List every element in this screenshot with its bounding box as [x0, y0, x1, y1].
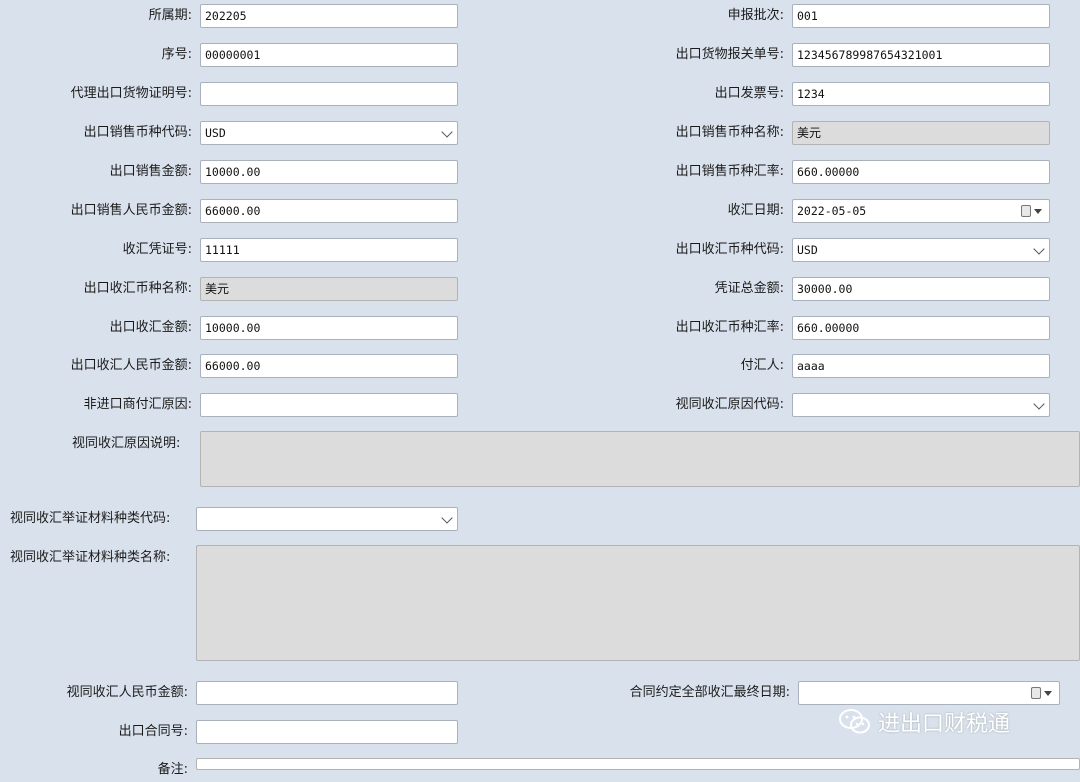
- non-importer-reason-field[interactable]: [200, 393, 458, 417]
- contract-no-field[interactable]: [196, 720, 458, 744]
- deemed-reason-desc-label: 视同收汇原因说明:: [72, 436, 181, 451]
- contract-final-date-label: 合同约定全部收汇最终日期:: [629, 685, 790, 700]
- recv-rmb-field[interactable]: 66000.00: [200, 354, 458, 378]
- remark-textarea[interactable]: [196, 758, 1080, 770]
- payer-field[interactable]: aaaa: [792, 354, 1050, 378]
- contract-no-label: 出口合同号:: [118, 724, 188, 739]
- proof-type-name-label: 视同收汇举证材料种类名称:: [10, 550, 171, 565]
- deemed-rmb-label: 视同收汇人民币金额:: [66, 685, 188, 700]
- payer-label: 付汇人:: [740, 358, 784, 373]
- invoice-no-field[interactable]: 1234: [792, 82, 1050, 106]
- deemed-reason-code-select[interactable]: [792, 393, 1050, 417]
- chevron-down-icon: [1033, 243, 1045, 255]
- recv-curr-code-value: USD: [797, 243, 818, 257]
- voucher-total-field[interactable]: 30000.00: [792, 277, 1050, 301]
- remark-label: 备注:: [157, 762, 188, 777]
- voucher-no-label: 收汇凭证号:: [122, 242, 192, 257]
- recv-curr-code-label: 出口收汇币种代码:: [675, 242, 784, 257]
- agency-cert-label: 代理出口货物证明号:: [70, 86, 192, 101]
- recv-rate-field[interactable]: 660.00000: [792, 316, 1050, 340]
- deemed-reason-code-label: 视同收汇原因代码:: [675, 397, 784, 412]
- calendar-icon[interactable]: [1031, 686, 1052, 700]
- sale-curr-code-select[interactable]: USD: [200, 121, 458, 145]
- recv-rate-label: 出口收汇币种汇率:: [675, 320, 784, 335]
- sale-curr-name-label: 出口销售币种名称:: [675, 125, 784, 140]
- chevron-down-icon: [441, 512, 453, 524]
- recv-curr-name-field: 美元: [200, 277, 458, 301]
- batch-field[interactable]: 001: [792, 4, 1050, 28]
- watermark: 进出口财税通: [838, 705, 1010, 739]
- sale-rate-label: 出口销售币种汇率:: [675, 164, 784, 179]
- recv-date-value: 2022-05-05: [797, 204, 867, 218]
- agency-cert-field[interactable]: [200, 82, 458, 106]
- contract-final-date-picker[interactable]: [798, 681, 1060, 705]
- deemed-rmb-field[interactable]: [196, 681, 458, 705]
- sale-rmb-label: 出口销售人民币金额:: [70, 203, 192, 218]
- batch-label: 申报批次:: [727, 8, 784, 23]
- proof-type-code-label: 视同收汇举证材料种类代码:: [10, 511, 171, 526]
- period-field[interactable]: 202205: [200, 4, 458, 28]
- voucher-total-label: 凭证总金额:: [714, 281, 784, 296]
- recv-amount-field[interactable]: 10000.00: [200, 316, 458, 340]
- deemed-reason-desc-textarea[interactable]: [200, 431, 1080, 487]
- proof-type-code-select[interactable]: [196, 507, 458, 531]
- sale-amount-label: 出口销售金额:: [109, 164, 192, 179]
- sale-curr-code-label: 出口销售币种代码:: [83, 125, 192, 140]
- recv-rmb-label: 出口收汇人民币金额:: [70, 358, 192, 373]
- wechat-icon: [839, 709, 870, 734]
- seq-field[interactable]: 00000001: [200, 43, 458, 67]
- recv-curr-name-label: 出口收汇币种名称:: [83, 281, 192, 296]
- sale-amount-field[interactable]: 10000.00: [200, 160, 458, 184]
- proof-type-name-textarea[interactable]: [196, 545, 1080, 661]
- customs-no-field[interactable]: 123456789987654321001: [792, 43, 1050, 67]
- watermark-text: 进出口财税通: [878, 712, 1011, 737]
- recv-date-label: 收汇日期:: [727, 203, 784, 218]
- invoice-no-label: 出口发票号:: [714, 86, 784, 101]
- recv-date-picker[interactable]: 2022-05-05: [792, 199, 1050, 223]
- sale-rate-field[interactable]: 660.00000: [792, 160, 1050, 184]
- voucher-no-field[interactable]: 11111: [200, 238, 458, 262]
- chevron-down-icon: [1033, 398, 1045, 410]
- calendar-icon[interactable]: [1021, 204, 1042, 218]
- sale-rmb-field[interactable]: 66000.00: [200, 199, 458, 223]
- seq-label: 序号:: [161, 47, 192, 62]
- period-label: 所属期:: [148, 8, 192, 23]
- chevron-down-icon: [441, 126, 453, 138]
- customs-no-label: 出口货物报关单号:: [675, 47, 784, 62]
- sale-curr-code-value: USD: [205, 126, 226, 140]
- recv-amount-label: 出口收汇金额:: [109, 320, 192, 335]
- sale-curr-name-field: 美元: [792, 121, 1050, 145]
- recv-curr-code-select[interactable]: USD: [792, 238, 1050, 262]
- non-importer-reason-label: 非进口商付汇原因:: [83, 397, 192, 412]
